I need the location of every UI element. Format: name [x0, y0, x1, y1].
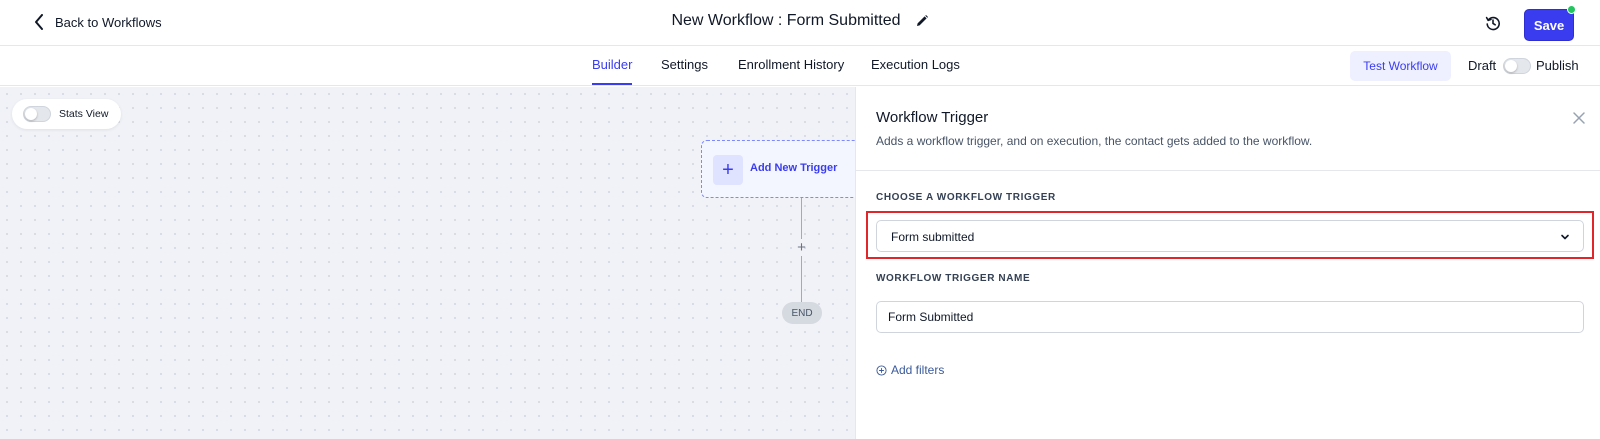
publish-toggle[interactable] — [1503, 58, 1531, 74]
add-filters-link[interactable]: Add filters — [876, 363, 944, 377]
connector-line — [801, 256, 802, 302]
toggle-knob — [1505, 60, 1517, 72]
top-header: Back to Workflows New Workflow : Form Su… — [0, 0, 1600, 46]
chevron-down-icon — [1561, 234, 1569, 240]
history-icon[interactable] — [1485, 15, 1501, 31]
workflow-trigger-panel: Workflow Trigger Adds a workflow trigger… — [855, 87, 1600, 439]
plus-icon: + — [713, 155, 743, 185]
tab-execution-logs[interactable]: Execution Logs — [871, 57, 960, 72]
workflow-title: New Workflow : Form Submitted — [671, 12, 901, 29]
save-button[interactable]: Save — [1524, 9, 1574, 41]
choose-trigger-label: CHOOSE A WORKFLOW TRIGGER — [876, 192, 1056, 203]
title-area: New Workflow : Form Submitted — [0, 12, 1600, 30]
panel-subtitle: Adds a workflow trigger, and on executio… — [876, 134, 1313, 148]
plus-circle-icon — [876, 364, 887, 376]
trigger-select-value: Form submitted — [891, 230, 975, 244]
close-icon[interactable] — [1572, 111, 1586, 125]
connector-line — [801, 198, 802, 239]
tab-settings[interactable]: Settings — [661, 57, 708, 72]
panel-title: Workflow Trigger — [876, 109, 989, 126]
add-new-trigger-label: Add New Trigger — [750, 162, 838, 174]
back-to-workflows-link[interactable]: Back to Workflows — [33, 14, 162, 30]
end-node: END — [782, 302, 822, 324]
stats-view-control: Stats View — [12, 99, 121, 129]
workflow-canvas[interactable]: Stats View + Add New Trigger + END — [0, 87, 855, 439]
active-tab-indicator — [592, 83, 632, 85]
add-new-trigger-card[interactable]: + Add New Trigger — [701, 140, 855, 198]
trigger-select[interactable]: Form submitted — [876, 220, 1584, 252]
draft-label: Draft — [1468, 58, 1497, 73]
panel-divider — [856, 170, 1600, 171]
test-workflow-button[interactable]: Test Workflow — [1350, 51, 1451, 81]
chevron-left-icon — [35, 14, 43, 30]
trigger-name-input[interactable] — [876, 301, 1584, 333]
tab-bar: Builder Settings Enrollment History Exec… — [0, 46, 1600, 86]
back-label: Back to Workflows — [55, 14, 162, 30]
status-dot — [1567, 5, 1576, 14]
stats-view-label: Stats View — [59, 108, 109, 120]
pencil-icon[interactable] — [915, 14, 929, 28]
add-filters-label: Add filters — [891, 363, 945, 377]
tab-builder[interactable]: Builder — [592, 57, 632, 72]
stats-view-toggle[interactable] — [23, 106, 51, 122]
trigger-name-label: WORKFLOW TRIGGER NAME — [876, 273, 1031, 284]
publish-label: Publish — [1536, 58, 1579, 73]
add-step-button[interactable]: + — [793, 239, 810, 256]
toggle-knob — [25, 108, 37, 120]
tab-enrollment-history[interactable]: Enrollment History — [738, 57, 844, 72]
